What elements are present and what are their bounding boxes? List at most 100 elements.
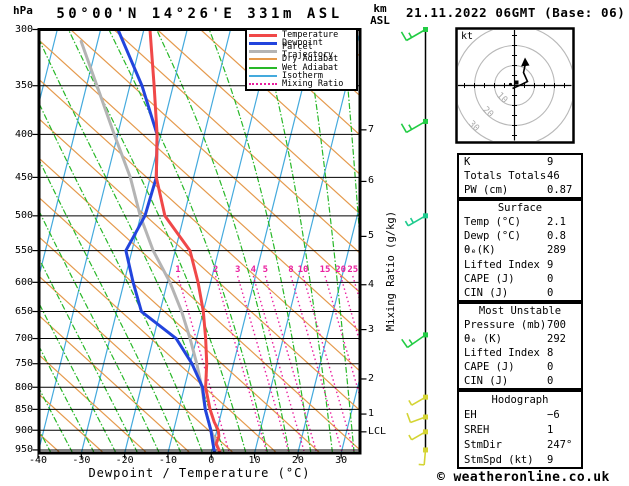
km-tick-label: 6 (368, 175, 374, 186)
table-row: CAPE (J)0 (459, 361, 581, 373)
temp-tick-label: -30 (65, 455, 97, 466)
datetime-label: 21.11.2022 06GMT (Base: 06) (406, 5, 625, 20)
table-row: Temp (°C)2.1 (459, 216, 581, 228)
temp-tick-label: 0 (195, 455, 227, 466)
mixing-ratio-value-label: 2 (213, 265, 218, 275)
table-row-label: θₑ(K) (464, 244, 496, 256)
pressure-unit-label: hPa (13, 4, 33, 17)
temp-axis-label: Dewpoint / Temperature (°C) (39, 466, 360, 480)
temp-tick-label: 20 (282, 455, 314, 466)
table-row: θₑ (K)292 (459, 333, 581, 345)
table-row-label: CAPE (J) (464, 273, 515, 285)
legend-line-sample (249, 34, 277, 37)
table-row-label: EH (464, 409, 477, 421)
table-row-label: Lifted Index (464, 347, 540, 359)
mixing-ratio-value-label: 4 (251, 265, 257, 275)
sounding-series (81, 30, 220, 454)
table-row-value: 0.8 (547, 230, 566, 242)
table-row-label: StmDir (464, 439, 502, 451)
table-row-value: 1 (547, 424, 553, 436)
mixing-ratio-value-label: 1 (175, 265, 180, 275)
table-row-label: θₑ (K) (464, 333, 502, 345)
hodograph-unit-label: kt (461, 31, 473, 42)
table-row-value: 0 (547, 361, 553, 373)
pressure-tick-label: 850 (5, 404, 33, 415)
table-row: StmDir 247° (459, 439, 581, 451)
table-row: CIN (J)0 (459, 287, 581, 299)
mixing-ratio-value-label: 8 (288, 265, 293, 275)
table-header: Surface (459, 202, 581, 214)
legend-item: Mixing Ratio (249, 80, 356, 88)
table-row-label: StmSpd (kt) (464, 454, 534, 466)
table-row: EH −6 (459, 409, 581, 421)
pressure-tick-label: 950 (5, 444, 33, 455)
table-row-value: 2.1 (547, 216, 566, 228)
pressure-tick-label: 350 (5, 80, 33, 91)
table-row-label: Totals Totals (464, 170, 546, 182)
wind-barb-column (401, 27, 428, 465)
wind-barb (419, 447, 428, 464)
temp-tick-label: 10 (239, 455, 271, 466)
pressure-tick-label: 550 (5, 245, 33, 256)
table-row-label: K (464, 156, 470, 168)
hodograph-plot: 102030 (455, 26, 575, 146)
table-row: K9 (459, 156, 581, 168)
series-parcel-trajectory (81, 41, 220, 453)
table-row-value: 46 (547, 170, 560, 182)
lcl-label: LCL (368, 426, 386, 437)
pressure-tick-label: 900 (5, 425, 33, 436)
mixing-ratio-value-label: 5 (263, 265, 268, 275)
pressure-tick-label: 750 (5, 358, 33, 369)
wind-barb (405, 213, 428, 226)
pressure-tick-label: 400 (5, 129, 33, 140)
table-row-value: 0.87 (547, 184, 572, 196)
temp-tick-label: -10 (152, 455, 184, 466)
data-table: HodographEH−6SREH1StmDir247°StmSpd (kt)9 (457, 390, 583, 469)
table-row: PW (cm) 0.87 (459, 184, 581, 196)
mixing-ratio-value-label: 3 (235, 265, 240, 275)
altitude-ref-label: ASL (362, 14, 398, 27)
table-row: θₑ(K) 289 (459, 244, 581, 256)
table-header: Most Unstable (459, 305, 581, 317)
table-row-value: 0 (547, 375, 553, 387)
series-temperature (150, 30, 220, 454)
wind-barb (401, 27, 428, 41)
km-tick-label: 2 (368, 373, 374, 384)
temp-tick-label: -40 (22, 455, 54, 466)
table-row-value: 9 (547, 156, 553, 168)
legend-line-sample (249, 83, 277, 85)
km-tick-label: 1 (368, 408, 374, 419)
table-row: Totals Totals46 (459, 170, 581, 182)
legend-line-sample (249, 75, 277, 77)
table-row: Lifted Index9 (459, 259, 581, 271)
station-title: 50°00'N 14°26'E 331m ASL (39, 6, 360, 22)
mixing-ratio-value-label: 10 (298, 265, 309, 275)
pressure-tick-label: 600 (5, 277, 33, 288)
km-tick-label: 3 (368, 324, 374, 335)
legend-line-sample (249, 42, 277, 45)
km-tick-label: 7 (368, 124, 374, 135)
table-row: Dewp (°C)0.8 (459, 230, 581, 242)
table-row-label: Pressure (mb) (464, 319, 546, 331)
data-table: Surface Temp (°C)2.1 Dewp (°C)0.8 θₑ(K) 289 L… (457, 199, 583, 302)
wind-barb (402, 332, 428, 347)
km-tick-label: 5 (368, 230, 374, 241)
table-row-value: 289 (547, 244, 566, 256)
table-row-label: SREH (464, 424, 489, 436)
legend: TemperatureDewpointParcel TrajectoryDry … (245, 28, 358, 91)
table-row-value: 247° (547, 439, 572, 451)
legend-line-sample (249, 58, 277, 60)
skewt-sounding-page: 12345810152025102030 hPa 50°00'N 14°26'E… (0, 0, 629, 486)
pressure-tick-label: 500 (5, 210, 33, 221)
copyright: © weatheronline.co.uk (437, 470, 610, 485)
mixing-ratio-value-label: 15 (320, 265, 331, 275)
table-row-label: PW (cm) (464, 184, 508, 196)
table-row-value: 9 (547, 259, 553, 271)
mixing-ratio-axis-label: Mixing Ratio (g/kg) (385, 196, 397, 346)
table-row-label: CIN (J) (464, 287, 508, 299)
table-row: CAPE (J)0 (459, 273, 581, 285)
wind-barb (401, 119, 428, 133)
table-row-value: −6 (547, 409, 560, 421)
pressure-tick-label: 650 (5, 306, 33, 317)
table-row-value: 700 (547, 319, 566, 331)
